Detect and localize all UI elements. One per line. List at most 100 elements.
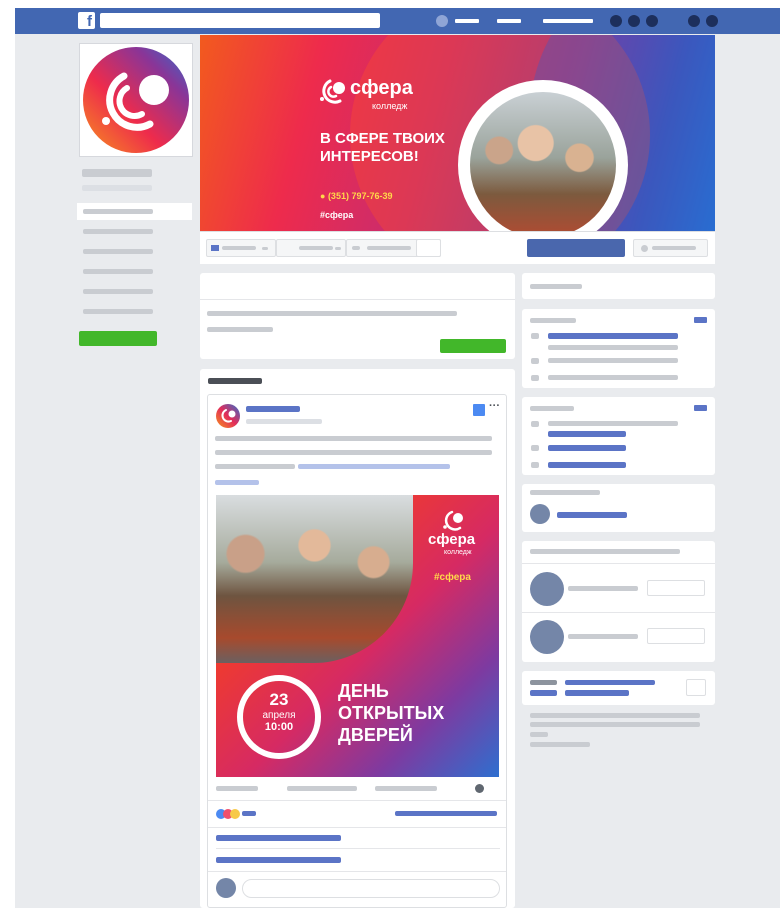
- reaction-count[interactable]: [242, 811, 256, 816]
- related-page-avatar[interactable]: [530, 572, 564, 606]
- related-page-avatar[interactable]: [530, 620, 564, 654]
- left-nav-item-photos[interactable]: [77, 243, 192, 260]
- info-link[interactable]: [548, 462, 626, 468]
- like-page-button[interactable]: [647, 628, 705, 644]
- secondary-action-button[interactable]: [633, 239, 708, 257]
- community-icon: [531, 375, 539, 381]
- community-link[interactable]: [548, 333, 678, 339]
- post-text-line: [215, 450, 492, 455]
- phone-icon: ●: [320, 191, 328, 201]
- language-link[interactable]: [565, 690, 629, 696]
- info-link[interactable]: [548, 431, 626, 437]
- footer-links[interactable]: [530, 713, 700, 718]
- left-nav-item-posts[interactable]: [77, 303, 192, 320]
- more-options-button[interactable]: [416, 239, 441, 257]
- page-name-placeholder: [82, 169, 152, 177]
- chevron-down-icon: [262, 247, 268, 250]
- commenter-avatar: [216, 878, 236, 898]
- like-page-button[interactable]: [647, 580, 705, 596]
- share-arrow-icon: [352, 246, 360, 250]
- messages-icon[interactable]: [628, 15, 640, 27]
- composer-input[interactable]: [207, 311, 457, 316]
- publish-button[interactable]: [440, 339, 506, 353]
- post-author-avatar[interactable]: [216, 404, 240, 428]
- posts-section-card: ··· сфера колледж #сфера 23 апреля 10:00…: [200, 369, 515, 908]
- footer-links[interactable]: [530, 732, 548, 737]
- team-card: [522, 484, 715, 532]
- post-image[interactable]: сфера колледж #сфера 23 апреля 10:00 ДЕН…: [216, 495, 499, 777]
- info-link[interactable]: [548, 445, 626, 451]
- nav-link-find-friends[interactable]: [497, 19, 521, 23]
- sfera-logo-icon: [83, 47, 189, 153]
- post-composer-card: [200, 273, 515, 359]
- chevron-down-icon: [335, 247, 341, 250]
- team-member-name[interactable]: [557, 512, 627, 518]
- post-stat-engagement: [287, 786, 357, 791]
- page-action-bar: [200, 231, 715, 264]
- post-hashtag-link[interactable]: [215, 480, 259, 485]
- share-action-link[interactable]: [216, 857, 341, 863]
- post-author-name[interactable]: [246, 406, 300, 412]
- nav-link-create[interactable]: [543, 19, 593, 23]
- notifications-icon[interactable]: [646, 15, 658, 27]
- composer-option[interactable]: [207, 327, 273, 332]
- post-text-line: [215, 464, 295, 469]
- related-page-name[interactable]: [568, 634, 638, 639]
- comments-count-link[interactable]: [395, 811, 497, 816]
- ellipsis-icon[interactable]: ···: [489, 400, 500, 412]
- brand-name: сфера: [350, 77, 413, 99]
- comment-action-link[interactable]: [216, 835, 341, 841]
- post-brand-subtitle: колледж: [444, 549, 472, 556]
- post-brand-name: сфера: [428, 531, 476, 548]
- search-icon: [641, 245, 648, 252]
- account-menu-icon[interactable]: [706, 15, 718, 27]
- search-input[interactable]: [100, 13, 380, 28]
- left-nav-item-home[interactable]: [77, 203, 192, 220]
- post-link[interactable]: [298, 464, 450, 469]
- community-card: [522, 309, 715, 388]
- footer-links[interactable]: [530, 722, 700, 727]
- community-icon: [531, 333, 539, 339]
- cover-photo[interactable]: сфера колледж В СФЕРЕ ТВОИХ ИНТЕРЕСОВ! ●…: [200, 35, 715, 231]
- create-page-button[interactable]: [79, 331, 157, 346]
- cover-headline: В СФЕРЕ ТВОИХ ИНТЕРЕСОВ!: [320, 130, 445, 165]
- post-text-line: [215, 436, 492, 441]
- profile-picture[interactable]: [79, 43, 193, 157]
- sfera-logo-icon: [443, 510, 463, 531]
- stats-info-icon[interactable]: [475, 784, 484, 793]
- nav-link-home[interactable]: [455, 19, 479, 23]
- left-nav-item-reviews[interactable]: [77, 263, 192, 280]
- about-card: [522, 273, 715, 299]
- boost-icon[interactable]: [473, 404, 485, 416]
- help-icon[interactable]: [688, 15, 700, 27]
- facebook-logo-icon[interactable]: f: [78, 12, 95, 29]
- send-message-button[interactable]: [527, 239, 625, 257]
- language-link[interactable]: [530, 690, 557, 696]
- language-link[interactable]: [565, 680, 655, 685]
- brand-subtitle: колледж: [372, 101, 408, 111]
- related-page-name[interactable]: [568, 586, 638, 591]
- follow-button[interactable]: [276, 239, 346, 257]
- post-event-title: ДЕНЬ ОТКРЫТЫХ ДВЕРЕЙ: [338, 681, 445, 745]
- cover-hashtag: #сфера: [320, 210, 354, 220]
- see-all-link[interactable]: [694, 317, 707, 323]
- facebook-page-mockup: f сфера колледж В СФЕРЕ ТВОИХ ИНТЕРЕСОВ!…: [15, 8, 780, 908]
- post-timestamp[interactable]: [246, 419, 322, 424]
- left-nav-item-events[interactable]: [77, 283, 192, 300]
- info-icon: [531, 462, 539, 468]
- left-nav-item-about[interactable]: [77, 223, 192, 240]
- info-icon: [531, 445, 539, 451]
- haha-reaction-icon[interactable]: [230, 809, 240, 819]
- profile-avatar-icon[interactable]: [436, 15, 448, 27]
- edit-info-link[interactable]: [694, 405, 707, 411]
- comment-input[interactable]: [242, 879, 500, 898]
- footer-copyright: [530, 742, 590, 747]
- posts-heading: [208, 378, 262, 384]
- language-card: [522, 671, 715, 705]
- friend-requests-icon[interactable]: [610, 15, 622, 27]
- like-button[interactable]: [206, 239, 276, 257]
- team-member-avatar[interactable]: [530, 504, 550, 524]
- add-language-button[interactable]: [686, 679, 706, 696]
- page-handle-placeholder: [82, 185, 152, 191]
- sfera-logo-icon: [320, 79, 345, 104]
